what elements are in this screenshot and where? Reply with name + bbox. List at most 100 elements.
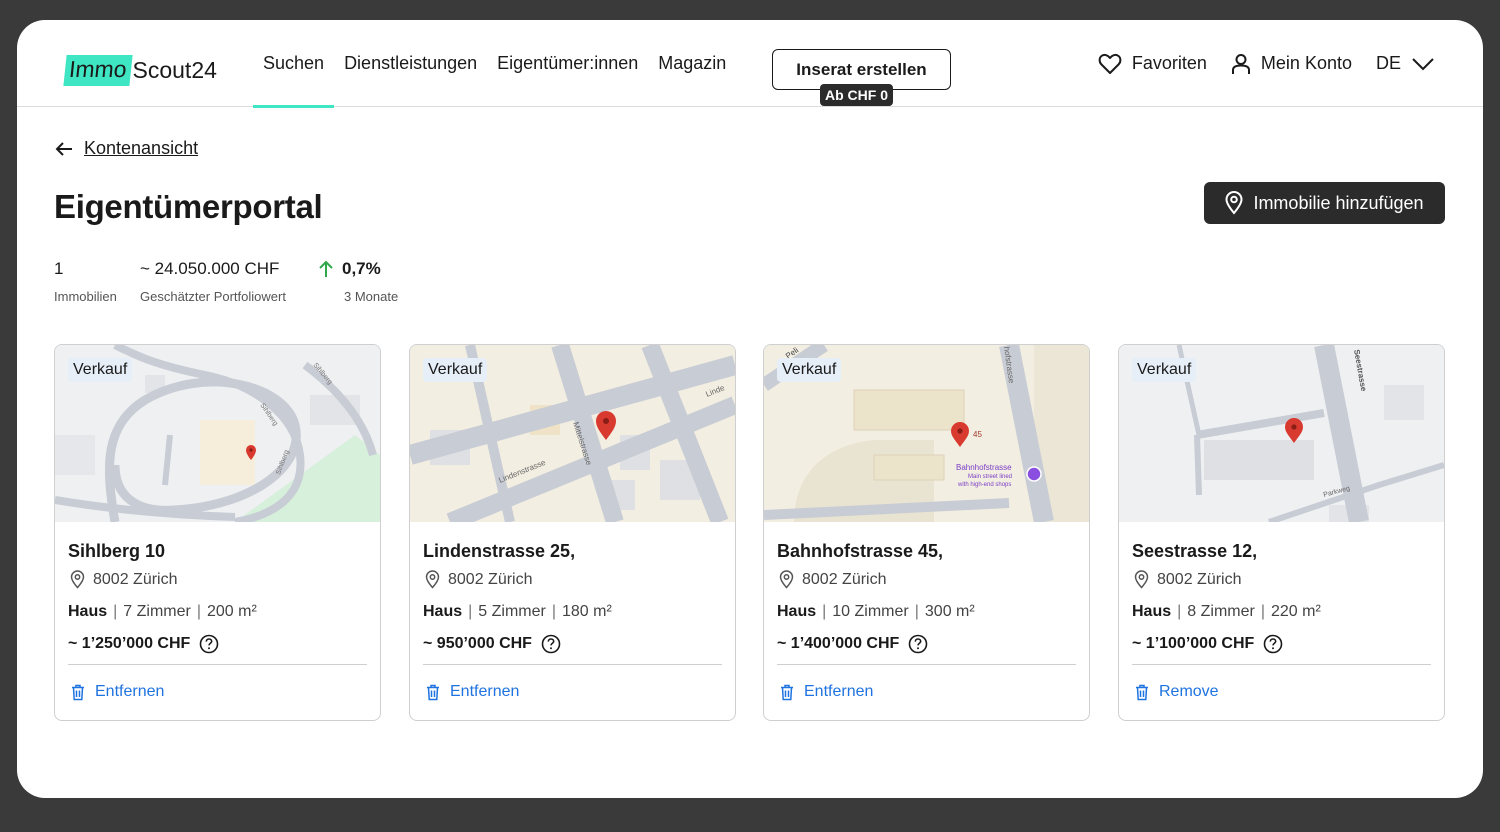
property-rooms: 7 Zimmer (123, 603, 191, 620)
remove-label: Entfernen (450, 683, 520, 700)
account-label: Mein Konto (1260, 53, 1352, 73)
map-label: with high-end shops (957, 482, 1011, 488)
property-type: Haus (777, 603, 817, 620)
remove-button[interactable]: Entfernen (68, 683, 367, 701)
property-map[interactable]: Seestrasse Parkweg Verkauf (1119, 345, 1444, 522)
user-icon (1231, 53, 1250, 74)
property-specs: Haus | 7 Zimmer | 200 m² (68, 603, 257, 620)
language-selector[interactable]: DE (1376, 53, 1435, 74)
favorites-label: Favoriten (1131, 53, 1207, 73)
heart-icon (1098, 53, 1122, 74)
add-property-label: Immobilie hinzufügen (1253, 192, 1424, 213)
property-type: Haus (423, 603, 463, 620)
stat-value-label: Geschätzter Portfoliowert (140, 289, 286, 304)
main-nav: Suchen Dienstleistungen Eigentümer:innen… (253, 20, 736, 108)
location-pin-icon (425, 570, 440, 589)
listing-type-tag: Verkauf (777, 358, 842, 382)
property-specs: Haus | 5 Zimmer | 180 m² (423, 603, 612, 620)
property-area: 300 m² (924, 603, 975, 620)
stat-count-label: Immobilien (54, 289, 117, 304)
trash-icon (427, 684, 439, 700)
location-pin-icon (779, 570, 794, 589)
remove-label: Entfernen (804, 683, 874, 700)
property-price: ~ 1’400’000 CHF (777, 635, 900, 652)
back-link[interactable]: Kontenansicht (54, 138, 198, 159)
property-card[interactable]: Lindenstrasse Mittelstrasse Linde Verkau… (409, 344, 736, 721)
language-label: DE (1375, 53, 1401, 73)
listing-type-tag: Verkauf (1132, 358, 1197, 382)
property-map[interactable]: Sihlberg Sihlberg Sihlberg Verkauf (55, 345, 380, 522)
property-rooms: 5 Zimmer (478, 603, 546, 620)
location-pin-icon (1225, 191, 1243, 215)
divider (68, 664, 367, 665)
property-area: 180 m² (562, 603, 612, 620)
map-label: Main street lined (968, 474, 1012, 480)
stat-value-value: ~ 24.050.000 CHF (140, 259, 280, 278)
nav-magazin[interactable]: Magazin (648, 20, 736, 107)
property-specs: Haus | 8 Zimmer | 220 m² (1132, 603, 1321, 620)
property-map[interactable]: hofstrasse Peli 45 Bahnhofstrasse Main s… (764, 345, 1089, 522)
property-address: Sihlberg 10 (68, 541, 166, 561)
stat-count-value: 1 (54, 259, 64, 278)
remove-label: Remove (1159, 683, 1219, 700)
property-map[interactable]: Lindenstrasse Mittelstrasse Linde Verkau… (410, 345, 735, 522)
favorites-link[interactable]: Favoriten (1098, 53, 1207, 75)
map-label: 45 (973, 430, 982, 439)
chevron-down-icon (1412, 57, 1434, 70)
trash-icon (72, 684, 84, 700)
arrow-up-icon (319, 260, 333, 277)
property-price: ~ 1’100’000 CHF (1132, 635, 1255, 652)
stat-change-value: 0,7% (342, 259, 381, 278)
price-badge: Ab CHF 0 (820, 84, 893, 106)
property-card[interactable]: hofstrasse Peli 45 Bahnhofstrasse Main s… (763, 344, 1090, 721)
divider (423, 664, 722, 665)
logo-scout-text: Scout24 (132, 56, 217, 83)
property-city: 8002 Zürich (448, 570, 533, 588)
header-actions: Favoriten Mein Konto DE (1074, 20, 1435, 107)
listing-type-tag: Verkauf (423, 358, 488, 382)
remove-button[interactable]: Entfernen (777, 683, 1076, 701)
property-address: Lindenstrasse 25, (423, 541, 576, 561)
immoscout-logo[interactable]: Immo Scout24 (63, 54, 217, 86)
nav-suchen[interactable]: Suchen (253, 20, 335, 108)
page-title: Eigentümerportal (54, 188, 323, 225)
top-navigation: Immo Scout24 Suchen Dienstleistungen Eige… (17, 20, 1483, 108)
account-link[interactable]: Mein Konto (1231, 53, 1352, 75)
property-area: 220 m² (1271, 603, 1321, 620)
map-label: Bahnhofstrasse (956, 463, 1012, 472)
property-type: Haus (68, 603, 108, 620)
property-rooms: 10 Zimmer (832, 603, 909, 620)
property-area: 200 m² (207, 603, 257, 620)
property-card[interactable]: Sihlberg Sihlberg Sihlberg Verkauf Sihlb… (54, 344, 381, 721)
add-property-button[interactable]: Immobilie hinzufügen (1204, 182, 1445, 224)
help-icon[interactable] (541, 634, 561, 654)
logo-immo-text: Immo (63, 54, 133, 86)
stat-change-label: 3 Monate (344, 289, 399, 304)
remove-button[interactable]: Remove (1132, 683, 1431, 701)
property-address: Seestrasse 12, (1132, 541, 1258, 561)
listing-type-tag: Verkauf (68, 358, 133, 382)
arrow-left-icon (55, 141, 72, 156)
back-link-label: Kontenansicht (84, 138, 199, 158)
property-card[interactable]: Seestrasse Parkweg Verkauf Seestrasse 12… (1118, 344, 1445, 721)
property-specs: Haus | 10 Zimmer | 300 m² (777, 603, 975, 620)
remove-label: Entfernen (95, 683, 165, 700)
property-city: 8002 Zürich (802, 570, 887, 588)
help-icon[interactable] (908, 634, 928, 654)
nav-dienstleistungen[interactable]: Dienstleistungen (334, 20, 487, 107)
app-window: Immo Scout24 Suchen Dienstleistungen Eige… (17, 20, 1483, 798)
stat-count: 1 Immobilien (54, 258, 117, 304)
property-price: ~ 950’000 CHF (423, 635, 532, 652)
location-pin-icon (70, 570, 85, 589)
stat-change: 0,7% 3 Monate (318, 258, 398, 304)
remove-button[interactable]: Entfernen (423, 683, 722, 701)
help-icon[interactable] (199, 634, 219, 654)
nav-eigentuemer[interactable]: Eigentümer:innen (487, 20, 648, 107)
divider (777, 664, 1076, 665)
location-pin-icon (1134, 570, 1149, 589)
help-icon[interactable] (1263, 634, 1283, 654)
trash-icon (781, 684, 793, 700)
property-rooms: 8 Zimmer (1187, 603, 1255, 620)
property-price: ~ 1’250’000 CHF (68, 635, 191, 652)
divider (1132, 664, 1431, 665)
